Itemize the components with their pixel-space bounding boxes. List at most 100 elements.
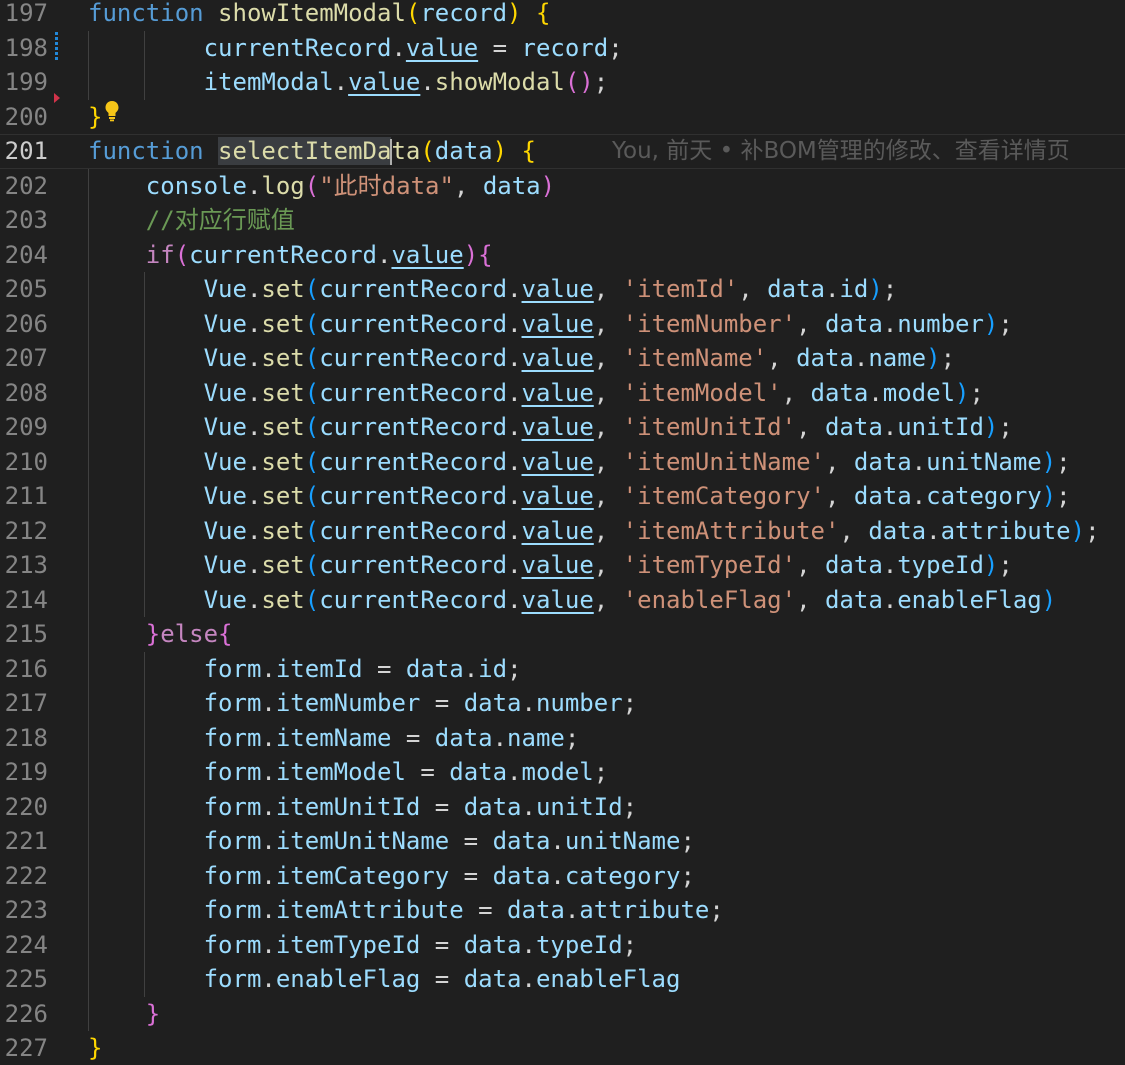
code-token[interactable]: data <box>825 413 883 441</box>
code-text[interactable]: console.log("此时data", data) <box>88 169 555 204</box>
code-token[interactable]: showItemModal <box>218 0 406 27</box>
code-token[interactable]: 'itemId' <box>623 275 739 303</box>
code-token[interactable]: currentRecord <box>204 34 392 62</box>
code-text[interactable]: form.itemId = data.id; <box>88 652 522 687</box>
code-token[interactable]: itemUnitId <box>276 793 421 821</box>
code-line[interactable]: 197 function showItemModal(record) { <box>0 0 1125 31</box>
line-number[interactable]: 217 <box>0 686 48 721</box>
code-token[interactable]: currentRecord <box>189 241 377 269</box>
line-number[interactable]: 213 <box>0 548 48 583</box>
code-line[interactable]: 219 form.itemModel = data.model; <box>0 755 1125 790</box>
line-number[interactable]: 219 <box>0 755 48 790</box>
code-token[interactable]: unitName <box>926 448 1042 476</box>
code-token[interactable]: data <box>854 448 912 476</box>
code-token[interactable]: data <box>483 172 541 200</box>
code-text[interactable]: form.itemCategory = data.category; <box>88 859 695 894</box>
code-token[interactable]: itemAttribute <box>276 896 464 924</box>
code-token[interactable]: set <box>261 482 304 510</box>
code-token[interactable]: data <box>464 689 522 717</box>
code-token[interactable]: itemModal <box>204 68 334 96</box>
line-number[interactable]: 216 <box>0 652 48 687</box>
code-line[interactable]: 225 form.enableFlag = data.enableFlag <box>0 962 1125 997</box>
code-token[interactable]: itemName <box>276 724 392 752</box>
code-token[interactable]: Vue <box>204 413 247 441</box>
code-token[interactable]: selectItemDa <box>218 137 391 165</box>
code-token[interactable]: ta <box>391 137 420 165</box>
code-text[interactable]: Vue.set(currentRecord.value, 'itemUnitNa… <box>88 445 1071 480</box>
code-text[interactable]: form.itemNumber = data.number; <box>88 686 638 721</box>
code-token[interactable]: itemId <box>276 655 363 683</box>
code-token[interactable]: form <box>204 724 262 752</box>
line-number[interactable]: 204 <box>0 238 48 273</box>
code-token[interactable]: value <box>522 413 594 441</box>
code-token[interactable]: currentRecord <box>319 482 507 510</box>
code-token[interactable]: set <box>261 379 304 407</box>
code-token[interactable]: currentRecord <box>319 586 507 614</box>
code-text[interactable]: }else{ <box>88 617 233 652</box>
code-line[interactable]: 227} <box>0 1031 1125 1065</box>
code-token[interactable]: Vue <box>204 448 247 476</box>
code-line[interactable]: 213 Vue.set(currentRecord.value, 'itemTy… <box>0 548 1125 583</box>
code-token[interactable]: data <box>796 344 854 372</box>
code-line[interactable]: 206 Vue.set(currentRecord.value, 'itemNu… <box>0 307 1125 342</box>
code-token[interactable]: "此时data" <box>319 172 454 200</box>
code-line[interactable]: 221 form.itemUnitName = data.unitName; <box>0 824 1125 859</box>
code-token[interactable]: id <box>839 275 868 303</box>
code-token[interactable]: Vue <box>204 379 247 407</box>
code-token[interactable]: id <box>478 655 507 683</box>
code-token[interactable]: data <box>811 379 869 407</box>
code-token[interactable]: 'itemUnitName' <box>623 448 825 476</box>
code-token[interactable]: data <box>406 655 464 683</box>
code-token[interactable]: else <box>160 620 218 648</box>
code-token[interactable]: value <box>406 34 478 62</box>
code-token[interactable]: unitId <box>897 413 984 441</box>
code-text[interactable]: Vue.set(currentRecord.value, 'itemCatego… <box>88 479 1071 514</box>
code-text[interactable]: function selectItemData(data) { <box>88 135 536 168</box>
code-token[interactable]: data <box>435 137 493 165</box>
code-line[interactable]: 215 }else{ <box>0 617 1125 652</box>
line-number[interactable]: 210 <box>0 445 48 480</box>
line-number[interactable]: 223 <box>0 893 48 928</box>
code-token[interactable]: enableFlag <box>536 965 681 993</box>
code-token[interactable]: value <box>522 482 594 510</box>
code-token[interactable]: typeId <box>536 931 623 959</box>
code-token[interactable]: function <box>88 0 204 27</box>
code-token[interactable]: unitName <box>565 827 681 855</box>
code-token[interactable]: set <box>261 310 304 338</box>
code-line[interactable]: 199 itemModal.value.showModal(); <box>0 65 1125 100</box>
code-line[interactable]: 204 if(currentRecord.value){ <box>0 238 1125 273</box>
code-text[interactable]: Vue.set(currentRecord.value, 'itemModel'… <box>88 376 984 411</box>
code-editor[interactable]: 197 function showItemModal(record) {198 c… <box>0 0 1125 1065</box>
code-text[interactable]: function showItemModal(record) { <box>88 0 550 31</box>
code-token[interactable]: Vue <box>204 551 247 579</box>
code-token[interactable]: data <box>507 896 565 924</box>
code-token[interactable]: attribute <box>941 517 1071 545</box>
code-token[interactable]: value <box>522 310 594 338</box>
code-token[interactable]: if <box>146 241 175 269</box>
code-text[interactable]: Vue.set(currentRecord.value, 'itemUnitId… <box>88 410 1013 445</box>
code-line[interactable]: 205 Vue.set(currentRecord.value, 'itemId… <box>0 272 1125 307</box>
code-token[interactable]: Vue <box>204 310 247 338</box>
code-token[interactable]: itemNumber <box>276 689 421 717</box>
code-token[interactable]: currentRecord <box>319 517 507 545</box>
code-token[interactable]: set <box>261 551 304 579</box>
code-line[interactable]: 226 } <box>0 997 1125 1032</box>
code-token[interactable]: Vue <box>204 275 247 303</box>
code-token[interactable]: 'itemAttribute' <box>623 517 840 545</box>
line-number[interactable]: 208 <box>0 376 48 411</box>
code-text[interactable]: Vue.set(currentRecord.value, 'itemAttrib… <box>88 514 1100 549</box>
code-line[interactable]: 222 form.itemCategory = data.category; <box>0 859 1125 894</box>
code-token[interactable]: 'itemNumber' <box>623 310 796 338</box>
code-line[interactable]: 198 currentRecord.value = record; <box>0 31 1125 66</box>
code-token[interactable]: enableFlag <box>897 586 1042 614</box>
code-token[interactable]: data <box>854 482 912 510</box>
code-token[interactable]: form <box>204 931 262 959</box>
code-token[interactable]: value <box>522 275 594 303</box>
code-token[interactable]: value <box>391 241 463 269</box>
line-number[interactable]: 211 <box>0 479 48 514</box>
code-token[interactable]: enableFlag <box>276 965 421 993</box>
code-text[interactable]: Vue.set(currentRecord.value, 'itemId', d… <box>88 272 898 307</box>
code-token[interactable]: number <box>897 310 984 338</box>
code-token[interactable]: set <box>261 344 304 372</box>
code-text[interactable]: form.itemName = data.name; <box>88 721 580 756</box>
